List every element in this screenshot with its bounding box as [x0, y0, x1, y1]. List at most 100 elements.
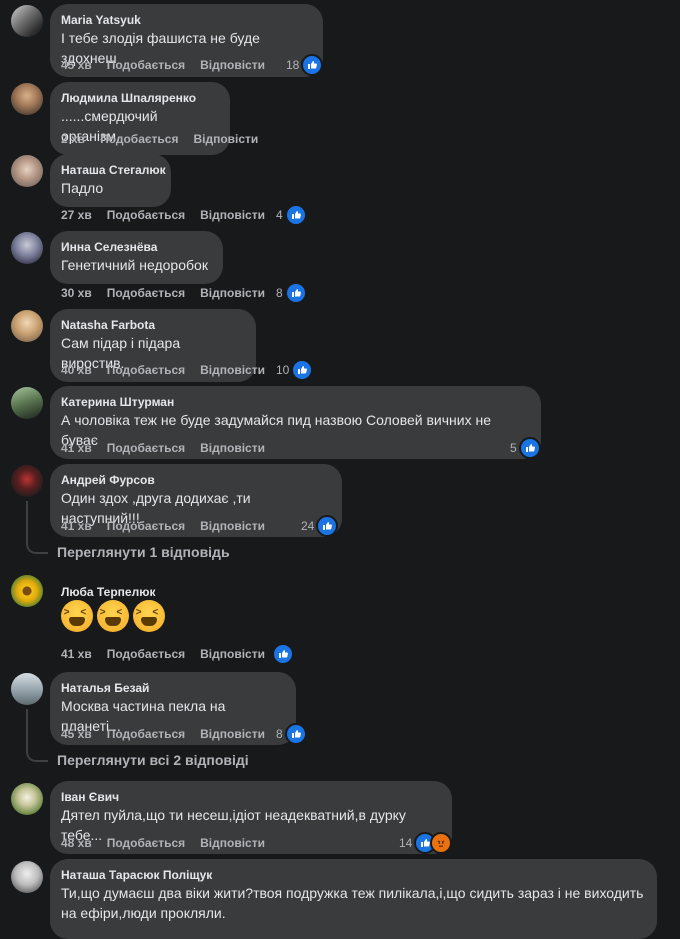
comment-author[interactable]: Наташа Тарасюк Поліщук [61, 867, 645, 883]
like-icon [316, 515, 339, 537]
like-icon [518, 437, 541, 459]
reaction-count: 14 [399, 836, 413, 850]
avatar[interactable] [11, 783, 43, 815]
like-icon [284, 282, 307, 304]
comment-author[interactable]: Катерина Штурман [61, 394, 529, 410]
comment-bubble: Наташа Тарасюк Поліщук Ти,що думаєш два … [50, 859, 657, 939]
reaction-summary[interactable]: 18 [286, 54, 324, 76]
comment-time[interactable]: 41 хв [61, 440, 92, 456]
avatar[interactable] [11, 861, 43, 893]
avatar[interactable] [11, 387, 43, 419]
reaction-summary[interactable]: 8 [276, 723, 307, 745]
comment-time[interactable]: 30 хв [61, 285, 92, 301]
like-button[interactable]: Подобається [107, 518, 185, 534]
avatar[interactable] [11, 465, 43, 497]
reply-button[interactable]: Відповісти [200, 362, 265, 378]
reaction-count: 4 [276, 208, 283, 222]
comment-actions: 30 хв Подобається Відповісти [61, 285, 265, 301]
like-icon [284, 723, 307, 745]
avatar[interactable] [11, 5, 43, 37]
tired-face-emoji-icon [61, 600, 93, 632]
angry-icon [430, 832, 453, 854]
reply-button[interactable]: Відповісти [200, 726, 265, 742]
comment-author[interactable]: Іван Євич [61, 789, 440, 805]
comment-time[interactable]: 45 хв [61, 57, 92, 73]
reaction-summary[interactable]: 10 [276, 359, 314, 381]
like-button[interactable]: Подобається [107, 835, 185, 851]
reply-button[interactable]: Відповісти [200, 835, 265, 851]
thread-connector [26, 540, 48, 554]
comment-author[interactable]: Люба Терпелюк [61, 584, 238, 600]
comment-author[interactable]: Natasha Farbota [61, 317, 244, 333]
comment-bubble: Инна Селезнёва Генетичний недоробок [50, 231, 223, 284]
reaction-count: 10 [276, 363, 290, 377]
comment-time[interactable]: 27 хв [61, 207, 92, 223]
comment-author[interactable]: Андрей Фурсов [61, 472, 330, 488]
tired-face-emoji-icon [97, 600, 129, 632]
reaction-count: 24 [301, 519, 315, 533]
comment-author[interactable]: Инна Селезнёва [61, 239, 211, 255]
comment-actions: 45 хв Подобається Відповісти [61, 57, 265, 73]
reaction-count: 8 [276, 727, 283, 741]
comment-text: Падло [61, 180, 104, 196]
comment-time[interactable]: 45 хв [61, 726, 92, 742]
comment-actions: 48 хв Подобається Відповісти [61, 835, 265, 851]
reaction-summary[interactable]: 4 [276, 204, 307, 226]
avatar[interactable] [11, 575, 43, 607]
like-button[interactable]: Подобається [107, 726, 185, 742]
like-button[interactable]: Подобається [100, 131, 178, 147]
like-icon [291, 359, 314, 381]
comment-author[interactable]: Наталья Безай [61, 680, 284, 696]
avatar[interactable] [11, 310, 43, 342]
like-icon [284, 204, 307, 226]
reply-button[interactable]: Відповісти [200, 440, 265, 456]
reaction-count: 8 [276, 286, 283, 300]
avatar[interactable] [11, 232, 43, 264]
avatar[interactable] [11, 155, 43, 187]
comment-time[interactable]: 41 хв [61, 518, 92, 534]
comment-text: Генетичний недоробок [61, 257, 208, 273]
like-button[interactable]: Подобається [107, 57, 185, 73]
comment-actions: 41 хв Подобається Відповісти [61, 518, 265, 534]
comment-author[interactable]: Наташа Стегалюк [61, 162, 166, 178]
reply-button[interactable]: Відповісти [200, 207, 265, 223]
comment-time[interactable]: 41 хв [61, 646, 92, 662]
comment-time[interactable]: 40 хв [61, 362, 92, 378]
avatar[interactable] [11, 83, 43, 115]
comment-time[interactable]: 48 хв [61, 835, 92, 851]
comment-actions: 2 хв Подобається Відповісти [61, 131, 258, 147]
like-button[interactable]: Подобається [107, 285, 185, 301]
thread-line [26, 501, 28, 541]
like-button[interactable]: Подобається [107, 207, 185, 223]
reaction-count: 18 [286, 58, 300, 72]
view-replies-link[interactable]: Переглянути 1 відповідь [57, 543, 230, 561]
comment-actions: 27 хв Подобається Відповісти [61, 207, 265, 223]
emoji-content [61, 600, 165, 632]
reaction-summary[interactable]: 14 [399, 832, 453, 854]
like-icon [272, 643, 294, 665]
comment-actions: 41 хв Подобається Відповісти [61, 440, 265, 456]
reply-button[interactable]: Відповісти [200, 57, 265, 73]
comment-bubble: Наташа Стегалюк Падло [50, 154, 171, 207]
like-button[interactable]: Подобається [107, 362, 185, 378]
avatar[interactable] [11, 673, 43, 705]
like-button[interactable]: Подобається [107, 646, 185, 662]
view-replies-link[interactable]: Переглянути всі 2 відповіді [57, 751, 249, 769]
reaction-summary[interactable] [272, 643, 294, 665]
reaction-summary[interactable]: 5 [510, 437, 541, 459]
reaction-summary[interactable]: 8 [276, 282, 307, 304]
comment-actions: 40 хв Подобається Відповісти [61, 362, 265, 378]
reaction-summary[interactable]: 24 [301, 515, 339, 537]
reply-button[interactable]: Відповісти [200, 646, 265, 662]
thread-connector [26, 748, 48, 762]
reply-button[interactable]: Відповісти [200, 285, 265, 301]
thread-line [26, 709, 28, 749]
tired-face-emoji-icon [133, 600, 165, 632]
comment-author[interactable]: Maria Yatsyuk [61, 12, 311, 28]
reply-button[interactable]: Відповісти [193, 131, 258, 147]
comment-author[interactable]: Людмила Шпаляренко [61, 90, 218, 106]
like-button[interactable]: Подобається [107, 440, 185, 456]
reply-button[interactable]: Відповісти [200, 518, 265, 534]
comment-time[interactable]: 2 хв [61, 131, 85, 147]
reaction-count: 5 [510, 441, 517, 455]
